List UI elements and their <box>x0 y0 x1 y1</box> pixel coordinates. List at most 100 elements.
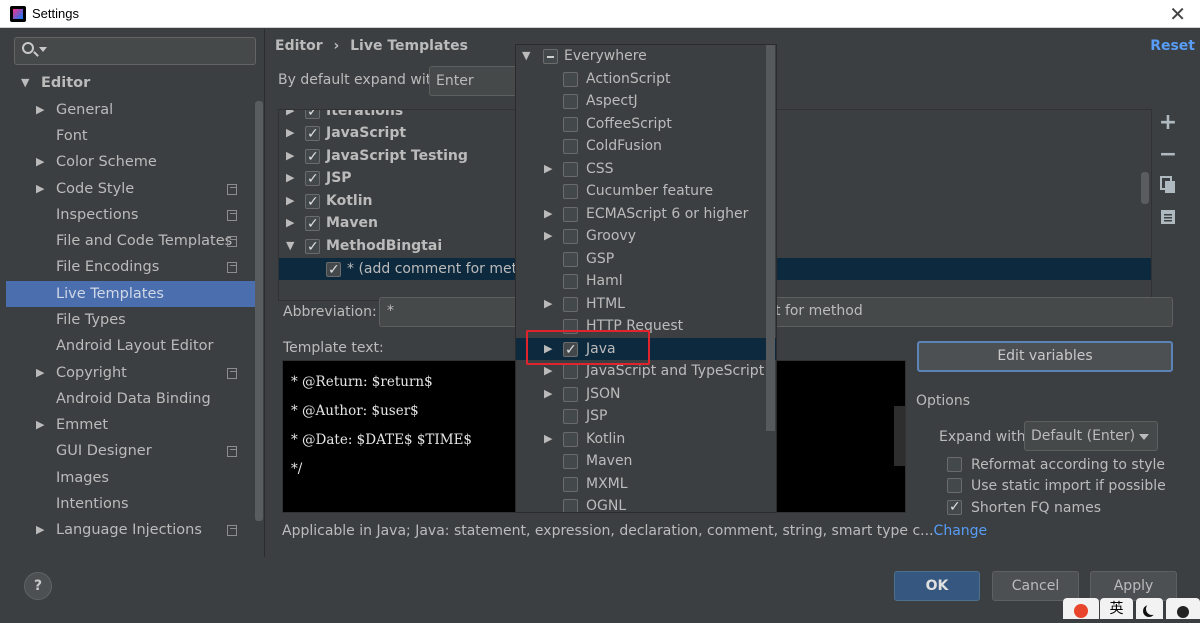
chevron-right-icon[interactable]: ▶ <box>36 517 44 543</box>
context-row-gsp[interactable]: GSP <box>516 248 776 270</box>
context-row-mxml[interactable]: MXML <box>516 473 776 495</box>
context-row-coffeescript[interactable]: CoffeeScript <box>516 113 776 135</box>
context-checkbox[interactable] <box>563 274 578 289</box>
close-icon[interactable]: ✕ <box>1169 2 1186 26</box>
context-row-coldfusion[interactable]: ColdFusion <box>516 135 776 157</box>
sidebar-item-images[interactable]: Images <box>6 465 255 491</box>
sidebar-item-gui-designer[interactable]: GUI Designer <box>6 438 255 464</box>
option-checkbox[interactable] <box>947 478 962 493</box>
chevron-right-icon[interactable]: ▶ <box>36 360 44 386</box>
template-group-checkbox[interactable] <box>305 168 320 190</box>
reset-link[interactable]: Reset <box>1150 38 1195 54</box>
chevron-down-icon[interactable]: ▼ <box>21 70 29 96</box>
context-row-groovy[interactable]: ▶ Groovy <box>516 225 776 247</box>
context-checkbox[interactable] <box>563 71 578 87</box>
template-group-checkbox[interactable] <box>305 191 320 213</box>
context-checkbox[interactable] <box>563 184 578 199</box>
sidebar-item-general[interactable]: ▶ General <box>6 97 255 123</box>
template-group-checkbox[interactable] <box>305 236 320 258</box>
tray-settings-icon[interactable] <box>1166 598 1200 619</box>
context-checkbox[interactable] <box>563 206 578 222</box>
context-row-json[interactable]: ▶ JSON <box>516 383 776 405</box>
ok-button[interactable]: OK <box>894 571 980 601</box>
editor-scrollbar[interactable] <box>894 406 905 466</box>
option-checkbox[interactable] <box>947 497 962 517</box>
chevron-right-icon[interactable]: ▶ <box>36 176 44 202</box>
context-checkbox[interactable] <box>563 139 578 154</box>
chevron-right-icon[interactable]: ▶ <box>286 122 294 144</box>
context-row-ognl[interactable]: OGNL <box>516 495 776 512</box>
chevron-down-icon[interactable]: ▼ <box>286 235 294 257</box>
chevron-right-icon[interactable]: ▶ <box>286 167 294 189</box>
context-checkbox[interactable] <box>563 116 578 132</box>
context-row-jsp[interactable]: JSP <box>516 405 776 427</box>
option-checkbox[interactable] <box>947 457 962 472</box>
restore-icon[interactable] <box>1156 208 1180 232</box>
chevron-right-icon[interactable]: ▶ <box>286 212 294 234</box>
popup-scrollbar[interactable] <box>766 45 775 431</box>
template-group-checkbox[interactable] <box>305 146 320 168</box>
context-row-actionscript[interactable]: ActionScript <box>516 68 776 90</box>
chevron-right-icon[interactable]: ▶ <box>544 158 552 180</box>
sidebar-item-copyright[interactable]: ▶ Copyright <box>6 360 255 386</box>
edit-variables-button[interactable]: Edit variables <box>917 341 1173 372</box>
add-icon[interactable]: + <box>1156 112 1180 136</box>
template-checkbox[interactable] <box>326 259 341 281</box>
remove-icon[interactable]: − <box>1156 144 1180 168</box>
sidebar-item-file-and-code-templates[interactable]: File and Code Templates <box>6 228 255 254</box>
context-checkbox[interactable] <box>563 94 578 109</box>
context-checkbox[interactable] <box>563 499 578 512</box>
context-row-css[interactable]: ▶ CSS <box>516 158 776 180</box>
template-list-scrollbar[interactable] <box>1141 172 1149 204</box>
chevron-right-icon[interactable]: ▶ <box>286 145 294 167</box>
sidebar-item-code-style[interactable]: ▶ Code Style <box>6 176 255 202</box>
sidebar-item-editor[interactable]: ▼ Editor <box>6 70 255 96</box>
expand-select[interactable]: Enter <box>429 66 519 96</box>
template-group-checkbox[interactable] <box>305 213 320 235</box>
chevron-right-icon[interactable]: ▶ <box>36 149 44 175</box>
tray-sogou-icon[interactable] <box>1063 598 1099 619</box>
sidebar-item-file-encodings[interactable]: File Encodings <box>6 254 255 280</box>
sidebar-item-font[interactable]: Font <box>6 123 255 149</box>
context-row-kotlin[interactable]: ▶ Kotlin <box>516 428 776 450</box>
chevron-right-icon[interactable]: ▶ <box>286 110 294 122</box>
change-link[interactable]: Change <box>934 523 988 539</box>
context-row-maven[interactable]: Maven <box>516 450 776 472</box>
chevron-right-icon[interactable]: ▶ <box>286 190 294 212</box>
sidebar-item-live-templates[interactable]: Live Templates <box>6 281 255 307</box>
context-checkbox[interactable] <box>563 386 578 402</box>
template-group-checkbox[interactable] <box>305 123 320 145</box>
context-checkbox[interactable] <box>563 476 578 492</box>
context-checkbox[interactable] <box>563 161 578 177</box>
copy-icon[interactable] <box>1156 176 1180 200</box>
sidebar-item-language-injections[interactable]: ▶ Language Injections <box>6 517 255 543</box>
context-row-everywhere[interactable]: ▼ Everywhere <box>516 45 776 67</box>
context-row-cucumber-feature[interactable]: Cucumber feature <box>516 180 776 202</box>
context-checkbox[interactable] <box>563 296 578 312</box>
expand-with-select[interactable]: Default (Enter) <box>1024 421 1158 451</box>
context-checkbox[interactable] <box>563 431 578 447</box>
sidebar-item-android-data-binding[interactable]: Android Data Binding <box>6 386 255 412</box>
chevron-right-icon[interactable]: ▶ <box>544 225 552 247</box>
context-row-ecmascript-6-or-higher[interactable]: ▶ ECMAScript 6 or higher <box>516 203 776 225</box>
apply-button[interactable]: Apply <box>1090 571 1177 601</box>
sidebar-item-inspections[interactable]: Inspections <box>6 202 255 228</box>
tray-moon-icon[interactable] <box>1136 598 1163 619</box>
chevron-right-icon[interactable]: ▶ <box>544 293 552 315</box>
context-row-html[interactable]: ▶ HTML <box>516 293 776 315</box>
context-row-haml[interactable]: Haml <box>516 270 776 292</box>
chevron-right-icon[interactable]: ▶ <box>36 97 44 123</box>
context-row-aspectj[interactable]: AspectJ <box>516 90 776 112</box>
sidebar-item-intentions[interactable]: Intentions <box>6 491 255 517</box>
context-checkbox[interactable] <box>563 454 578 469</box>
template-group-checkbox[interactable] <box>305 110 320 123</box>
context-checkbox[interactable] <box>563 409 578 424</box>
chevron-right-icon[interactable]: ▶ <box>544 383 552 405</box>
sidebar-item-color-scheme[interactable]: ▶ Color Scheme <box>6 149 255 175</box>
chevron-right-icon[interactable]: ▶ <box>36 412 44 438</box>
search-input[interactable] <box>14 37 256 65</box>
context-checkbox[interactable] <box>563 251 578 267</box>
help-button[interactable]: ? <box>24 572 52 600</box>
chevron-right-icon[interactable]: ▶ <box>544 428 552 450</box>
context-checkbox[interactable] <box>563 229 578 244</box>
